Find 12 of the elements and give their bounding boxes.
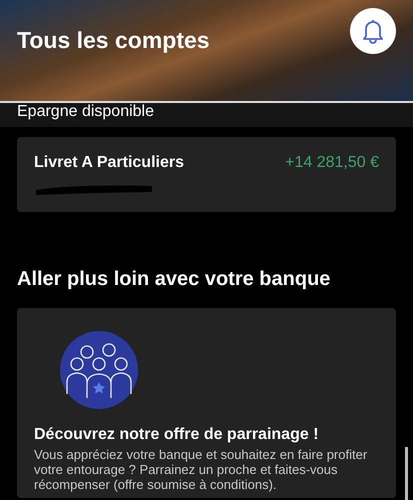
promo-title: Découvrez notre offre de parrainage !: [34, 426, 320, 444]
bell-icon: [361, 18, 385, 44]
notifications-button[interactable]: [350, 8, 396, 54]
promo-text: Vous appréciez votre banque et souhaitez en faire profiter votre entourage ? Parrainez un proche et faites-vous récompenser (offre soumise à conditions).: [34, 447, 368, 492]
scrollbar: [405, 447, 408, 500]
account-balance: +14 281,50 €: [285, 154, 379, 172]
promo-card[interactable]: Découvrez notre offre de parrainage ! Vous appréciez votre banque et souhaitez en faire profiter votre entourage ? Parrainez un proche et faites-vous récompenser (offre soumise à conditions).: [17, 308, 396, 498]
account-name: Livret A Particuliers: [34, 154, 184, 172]
account-card[interactable]: Livret A Particuliers +14 281,50 €: [17, 137, 396, 212]
page-title: Tous les comptes: [17, 27, 210, 54]
section-heading: Aller plus loin avec votre banque: [17, 268, 332, 292]
section-label: Epargne disponible: [17, 103, 154, 120]
